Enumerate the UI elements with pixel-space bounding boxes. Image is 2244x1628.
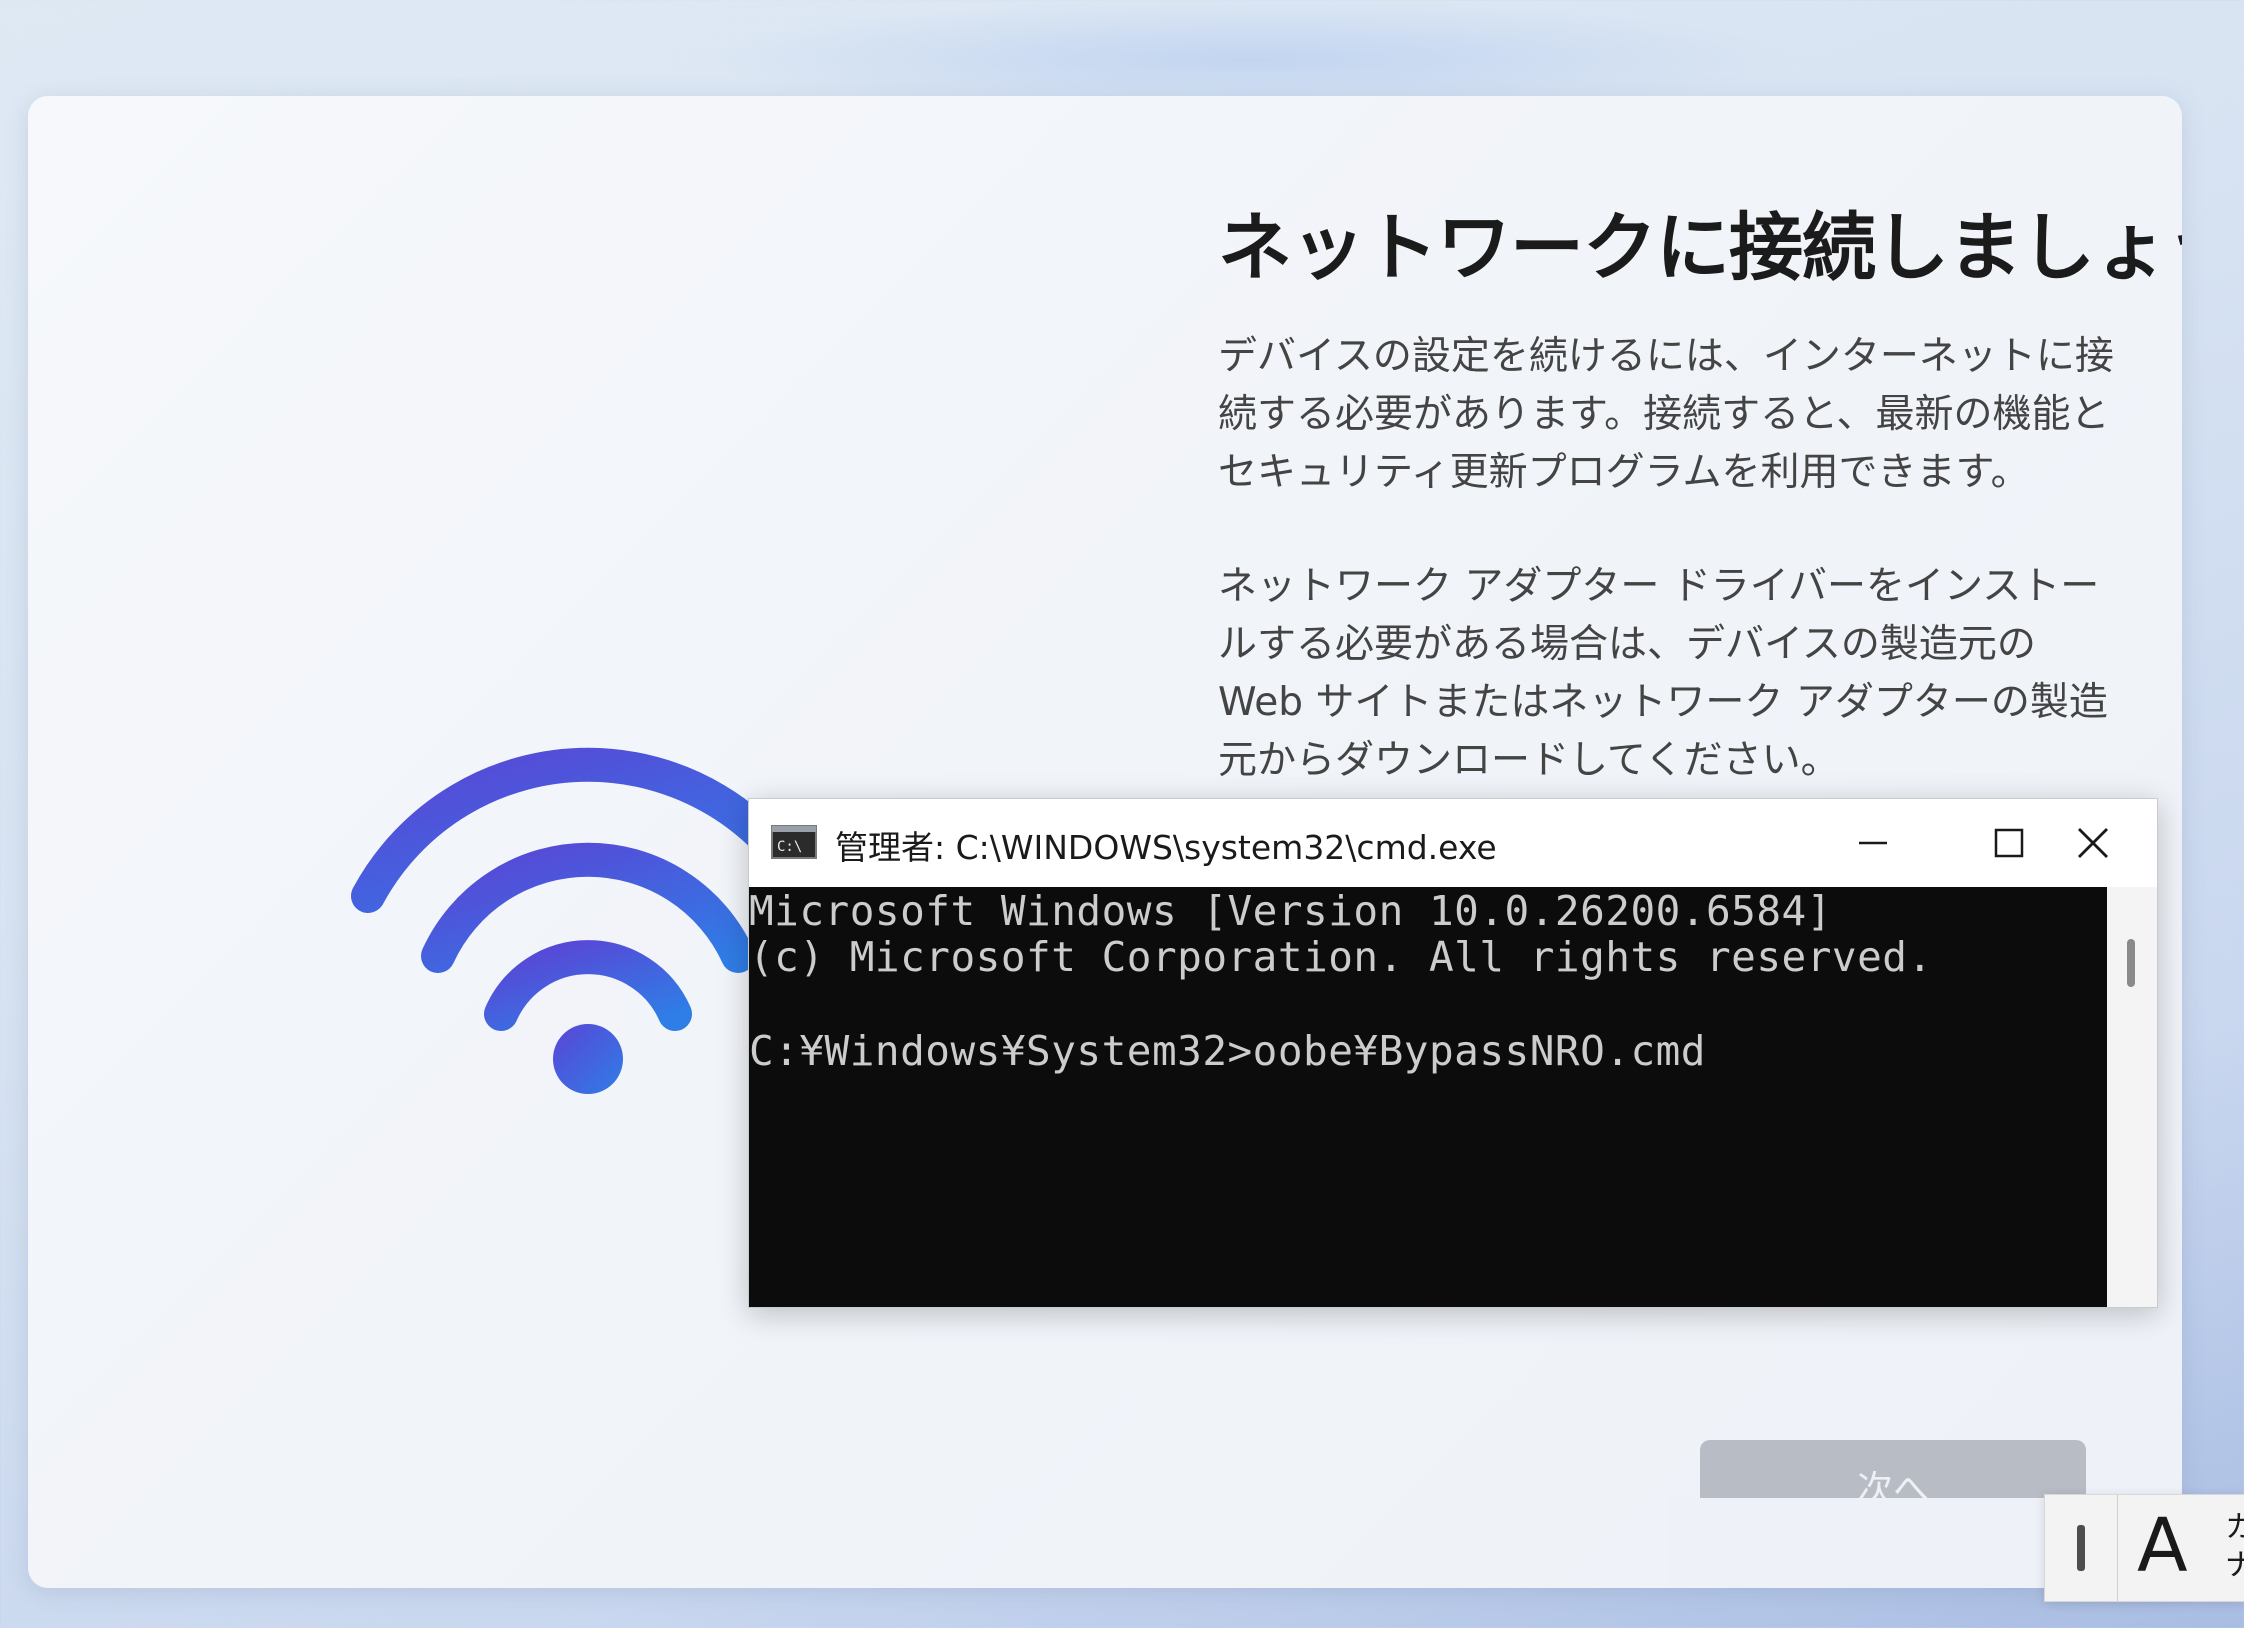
minimize-button[interactable] xyxy=(1805,799,1941,887)
description-connect: デバイスの設定を続けるには、インターネットに接続する必要があります。接続すると、… xyxy=(1218,334,2114,495)
cmd-scrollbar[interactable] xyxy=(2107,887,2157,1307)
cmd-titlebar[interactable]: C:\ 管理者: C:\WINDOWS\system32\cmd.exe xyxy=(749,799,2157,887)
ime-toolbar[interactable]: A カナ xyxy=(2044,1494,2244,1602)
cmd-console[interactable]: Microsoft Windows [Version 10.0.26200.65… xyxy=(749,887,2107,1307)
cmd-title: 管理者: C:\WINDOWS\system32\cmd.exe xyxy=(835,828,1497,867)
close-icon xyxy=(2078,828,2108,858)
minimize-icon xyxy=(1859,841,1887,845)
console-line: (c) Microsoft Corporation. All rights re… xyxy=(749,933,1933,981)
desktop: { "oobe": { "title": "ネットワークに接続しましょう", "… xyxy=(0,0,2244,1628)
cmd-window[interactable]: C:\ 管理者: C:\WINDOWS\system32\cmd.exe Mic… xyxy=(748,798,2158,1308)
close-button[interactable] xyxy=(2025,799,2161,887)
cmd-icon: C:\ xyxy=(771,825,817,859)
description-driver: ネットワーク アダプター ドライバーをインストールする必要がある場合は、デバイス… xyxy=(1218,564,2108,783)
scrollbar-thumb[interactable] xyxy=(2127,939,2135,987)
ime-separator xyxy=(2117,1495,2118,1601)
ime-input-mode[interactable]: A xyxy=(2137,1503,2188,1589)
maximize-icon xyxy=(1994,828,2024,858)
console-line: Microsoft Windows [Version 10.0.26200.65… xyxy=(749,887,1832,935)
ime-kana-mode[interactable]: カナ xyxy=(2225,1509,2244,1585)
ime-grip-handle[interactable] xyxy=(2077,1525,2085,1571)
svg-text:C:\: C:\ xyxy=(777,839,802,855)
console-command-line: C:¥Windows¥System32>oobe¥BypassNRO.cmd xyxy=(749,1027,1706,1075)
page-title: ネットワークに接続しましょう xyxy=(1218,205,2182,291)
